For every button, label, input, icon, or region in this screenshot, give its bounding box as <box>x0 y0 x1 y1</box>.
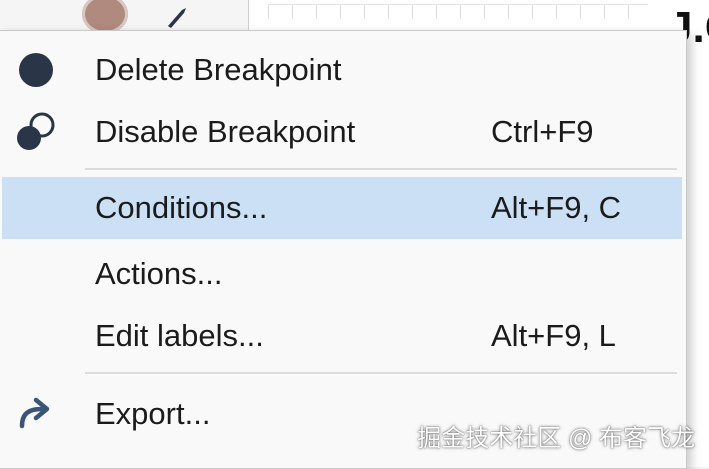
menu-item-shortcut: Alt+F9, L <box>491 318 616 353</box>
menu-item-label: Export... <box>95 396 211 431</box>
pen-icon <box>168 8 186 28</box>
menu-item-edit-labels[interactable]: Edit labels... Alt+F9, L <box>0 305 686 367</box>
menu-item-delete-breakpoint[interactable]: Delete Breakpoint <box>0 39 686 101</box>
menu-item-actions[interactable]: Actions... <box>0 243 686 305</box>
breakpoint-context-menu: Delete Breakpoint Disable Breakpoint Ctr… <box>0 30 687 469</box>
editor-ruler <box>268 4 648 19</box>
menu-item-label: Disable Breakpoint <box>95 114 356 149</box>
menu-item-disable-breakpoint[interactable]: Disable Breakpoint Ctrl+F9 <box>0 101 686 163</box>
watermark: 掘金技术社区 @ 布客飞龙 <box>417 425 695 452</box>
menu-separator <box>85 168 677 170</box>
menu-separator <box>85 372 677 374</box>
menu-item-label: Delete Breakpoint <box>95 52 342 87</box>
menu-item-label: Conditions... <box>95 190 268 225</box>
breakpoint-disable-icon <box>17 112 55 150</box>
menu-item-conditions[interactable]: Conditions... Alt+F9, C <box>0 177 686 239</box>
export-arrow-icon <box>19 397 50 429</box>
breakpoint-filled-icon <box>19 53 53 87</box>
menu-item-label: Edit labels... <box>95 318 264 353</box>
menu-item-label: Actions... <box>95 256 223 291</box>
menu-item-shortcut: Alt+F9, C <box>491 190 622 225</box>
menu-item-shortcut: Ctrl+F9 <box>491 114 594 149</box>
